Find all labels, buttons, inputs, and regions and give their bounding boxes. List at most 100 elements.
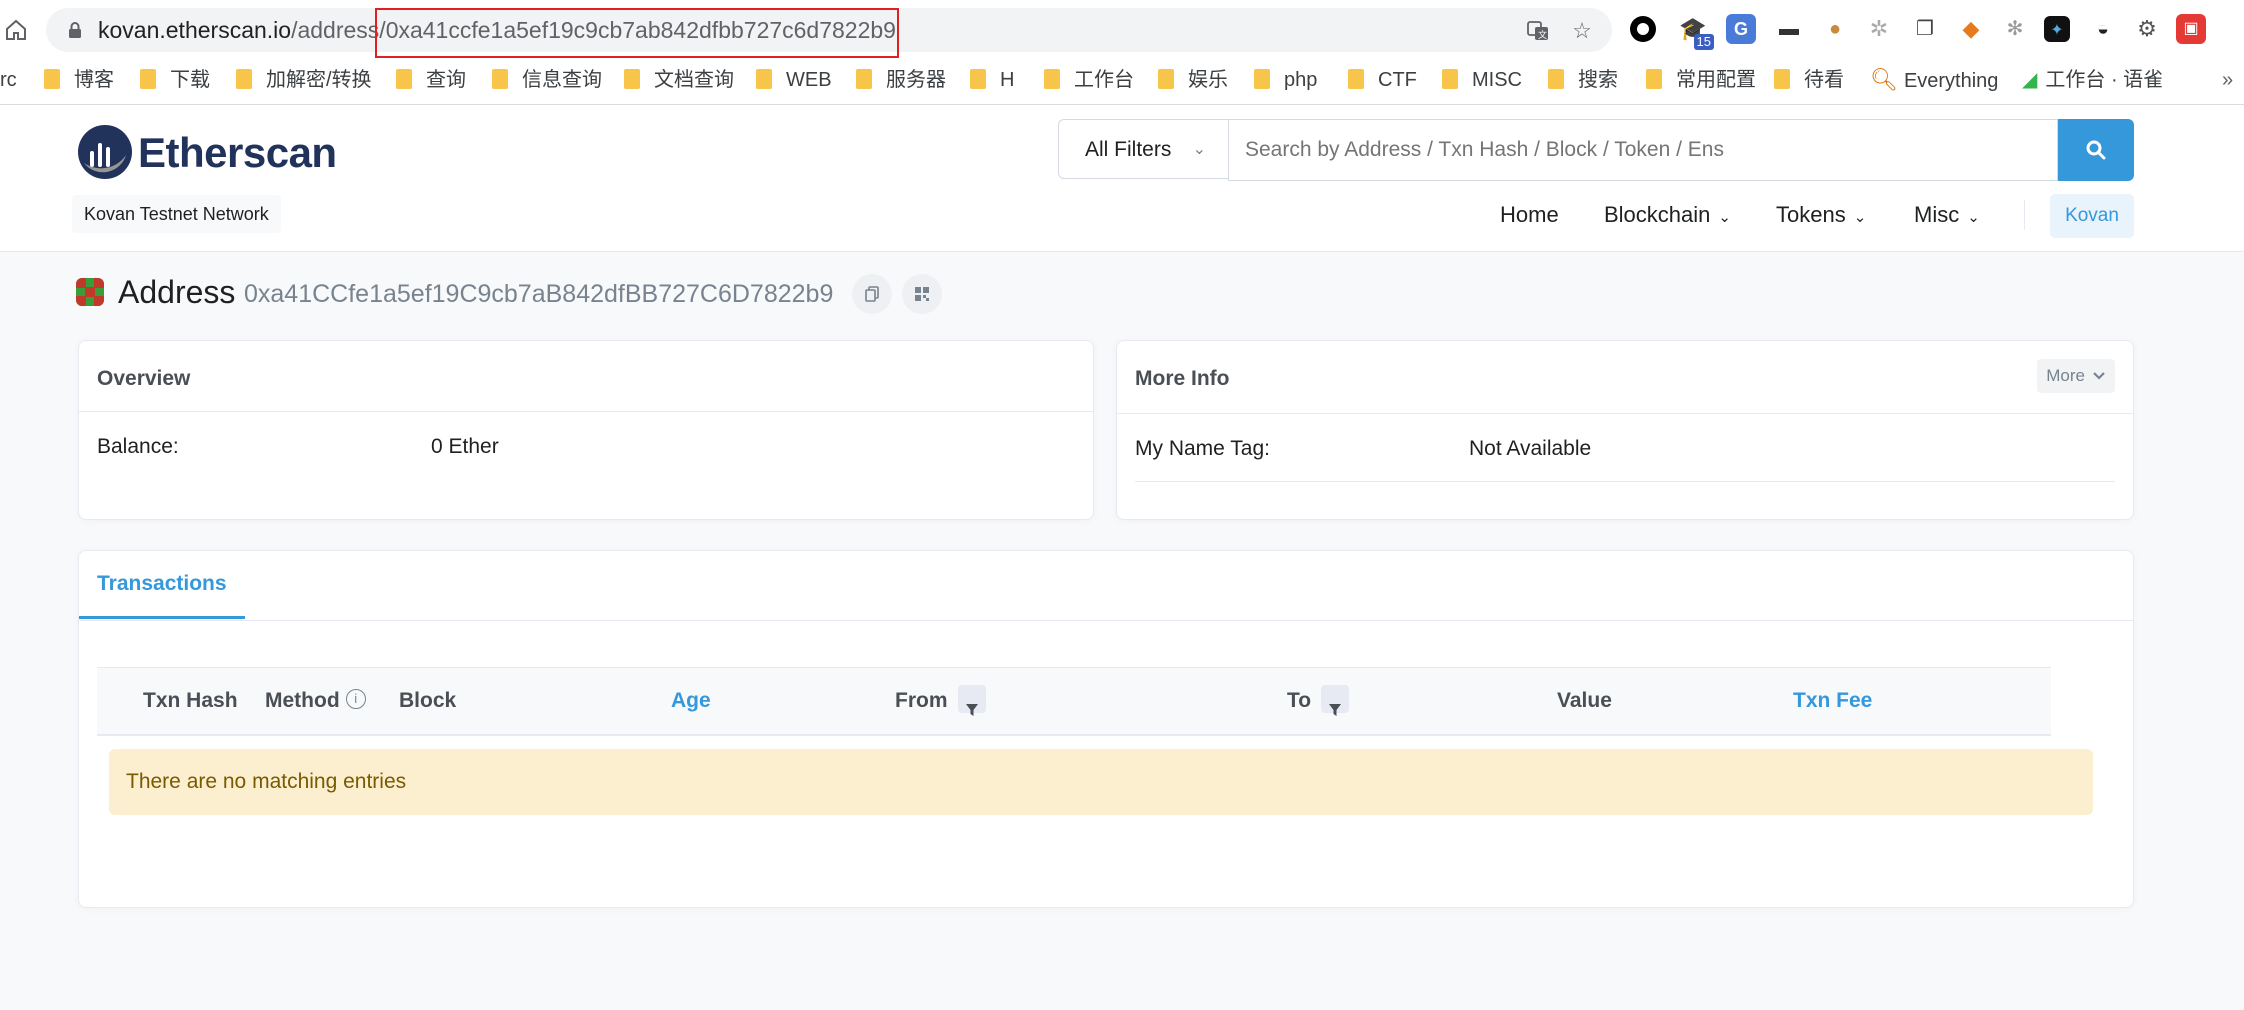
search-button[interactable] — [2058, 119, 2134, 181]
filter-dropdown[interactable]: All Filters ⌄ — [1058, 119, 1228, 179]
bookmark-item[interactable]: 🔍︎ Everything — [1870, 66, 1998, 94]
network-extension-icon[interactable]: ✻ — [2000, 14, 2030, 44]
graduation-cap-icon[interactable]: 🎓 15 — [1678, 14, 1714, 50]
extension-badge: 15 — [1693, 34, 1714, 50]
nav-tokens[interactable]: Tokens ⌄ — [1776, 193, 1866, 237]
balance-value: 0 Ether — [431, 435, 499, 458]
folder-icon — [756, 69, 772, 89]
red-box-extension-icon[interactable]: ▣ — [2176, 14, 2206, 44]
copy-address-button[interactable] — [852, 274, 892, 314]
star-icon[interactable]: ☆ — [1568, 17, 1596, 45]
nav-home[interactable]: Home — [1500, 193, 1559, 237]
incognito-mask-icon[interactable]: ▬ — [1774, 14, 1804, 44]
browser-chrome: kovan.etherscan.io/address/0xa41ccfe1a5e… — [0, 0, 2244, 105]
bookmark-folder[interactable]: 加解密/转换 — [236, 66, 372, 94]
overview-card: Overview Balance: 0 Ether — [78, 340, 1094, 520]
qr-code-button[interactable] — [902, 274, 942, 314]
lock-icon[interactable] — [66, 21, 84, 39]
column-txn-hash: Txn Hash — [143, 689, 238, 712]
bookmark-folder[interactable]: 文档查询 — [624, 66, 734, 94]
folder-icon — [1044, 69, 1060, 89]
bookmark-folder[interactable]: 下载 — [140, 66, 210, 94]
address-hash: 0xa41CCfe1a5ef19C9cb7aB842dfBB727C6D7822… — [244, 280, 834, 308]
bookmark-folder[interactable]: WEB — [756, 66, 832, 94]
bookmark-folder[interactable]: 待看 — [1774, 66, 1844, 94]
bookmark-folder[interactable]: MISC — [1442, 66, 1522, 94]
divider — [1117, 413, 2133, 414]
search-input[interactable] — [1228, 119, 2058, 181]
overview-title: Overview — [97, 367, 191, 390]
folder-icon — [140, 69, 156, 89]
copy-icon — [865, 286, 879, 302]
folder-icon — [624, 69, 640, 89]
everything-search-icon: 🔍︎ — [1870, 67, 1898, 92]
nav-divider — [2024, 200, 2025, 230]
info-icon[interactable]: i — [345, 689, 366, 710]
filter-dropdown-label: All Filters — [1085, 138, 1172, 161]
filter-icon[interactable] — [957, 685, 986, 717]
folder-icon — [1348, 69, 1364, 89]
etherscan-logo-icon — [78, 125, 132, 179]
address-identicon — [76, 278, 104, 306]
url-host: kovan.etherscan.io — [98, 17, 292, 43]
chevron-down-icon: ⌄ — [1192, 141, 1206, 158]
network-switch-button[interactable]: Kovan — [2050, 194, 2134, 238]
column-age[interactable]: Age — [671, 668, 711, 734]
folder-icon — [1548, 69, 1564, 89]
chevron-down-icon — [2092, 372, 2105, 380]
folder-icon — [396, 69, 412, 89]
site-header: Etherscan Kovan Testnet Network All Filt… — [0, 105, 2244, 252]
folder-icon — [492, 69, 508, 89]
name-tag-value: Not Available — [1469, 437, 1592, 460]
home-icon[interactable] — [4, 14, 30, 44]
bookmark-folder[interactable]: php — [1254, 66, 1317, 94]
bookmark-folder[interactable]: 工作台 — [1044, 66, 1134, 94]
divider — [79, 411, 1093, 412]
empty-table-message: There are no matching entries — [109, 749, 2093, 815]
bookmark-item[interactable]: rc — [0, 66, 17, 94]
more-bookmarks-icon[interactable]: » — [2222, 66, 2233, 94]
bookmark-folder[interactable]: 常用配置 — [1646, 66, 1756, 94]
svg-text:文: 文 — [1538, 29, 1547, 41]
folder-icon — [1442, 69, 1458, 89]
bookmark-folder[interactable]: 搜索 — [1548, 66, 1618, 94]
folder-icon — [44, 69, 60, 89]
name-tag-label: My Name Tag: — [1135, 437, 1270, 460]
search-bar: All Filters ⌄ — [1058, 119, 2134, 181]
more-info-title: More Info — [1135, 367, 1230, 390]
circle-extension-icon[interactable] — [1630, 16, 1656, 42]
bookmarks-bar: rc 博客 下载 加解密/转换 查询 信息查询 文档查询 WEB 服务器 H 工… — [0, 62, 2244, 98]
bookmark-folder[interactable]: 博客 — [44, 66, 114, 94]
cookie-icon[interactable]: ● — [1820, 14, 1850, 44]
bookmark-folder[interactable]: 服务器 — [856, 66, 946, 94]
url-path: /address/ — [291, 17, 386, 43]
balance-label: Balance: — [97, 435, 179, 458]
hat-extension-icon[interactable]: ◒ — [2088, 14, 2118, 44]
folder-icon — [970, 69, 986, 89]
sparkle-extension-icon[interactable]: ✦ — [2044, 16, 2070, 42]
folder-icon — [1774, 69, 1790, 89]
bookmark-item[interactable]: ◢ 工作台 · 语雀 — [2022, 66, 2163, 94]
folder-icon — [1646, 69, 1662, 89]
bookmark-folder[interactable]: CTF — [1348, 66, 1417, 94]
search-icon — [2086, 140, 2106, 160]
column-txn-fee[interactable]: Txn Fee — [1793, 668, 1872, 734]
tab-transactions[interactable]: Transactions — [79, 551, 245, 619]
copy-pages-icon[interactable]: ❐ — [1910, 14, 1940, 44]
gear-icon[interactable]: ⚙ — [2132, 14, 2162, 44]
bookmark-folder[interactable]: H — [970, 66, 1014, 94]
filter-icon[interactable] — [1321, 685, 1350, 717]
nav-misc[interactable]: Misc ⌄ — [1914, 193, 1980, 237]
nav-blockchain[interactable]: Blockchain ⌄ — [1604, 193, 1731, 237]
metamask-fox-icon[interactable]: ◆ — [1956, 14, 1986, 44]
google-translate-icon[interactable]: G — [1726, 14, 1756, 44]
more-dropdown-button[interactable]: More — [2037, 359, 2115, 393]
transactions-table-header: Txn Hash Method i Block Age From To Value… — [97, 667, 2051, 736]
bookmark-folder[interactable]: 信息查询 — [492, 66, 602, 94]
translate-icon[interactable]: 文 — [1524, 17, 1552, 45]
bookmark-folder[interactable]: 查询 — [396, 66, 466, 94]
column-block: Block — [399, 689, 457, 712]
bookmark-folder[interactable]: 娱乐 — [1158, 66, 1228, 94]
more-info-card: More Info More My Name Tag: Not Availabl… — [1116, 340, 2134, 520]
gear-outline-extension-icon[interactable]: ✲ — [1864, 14, 1894, 44]
